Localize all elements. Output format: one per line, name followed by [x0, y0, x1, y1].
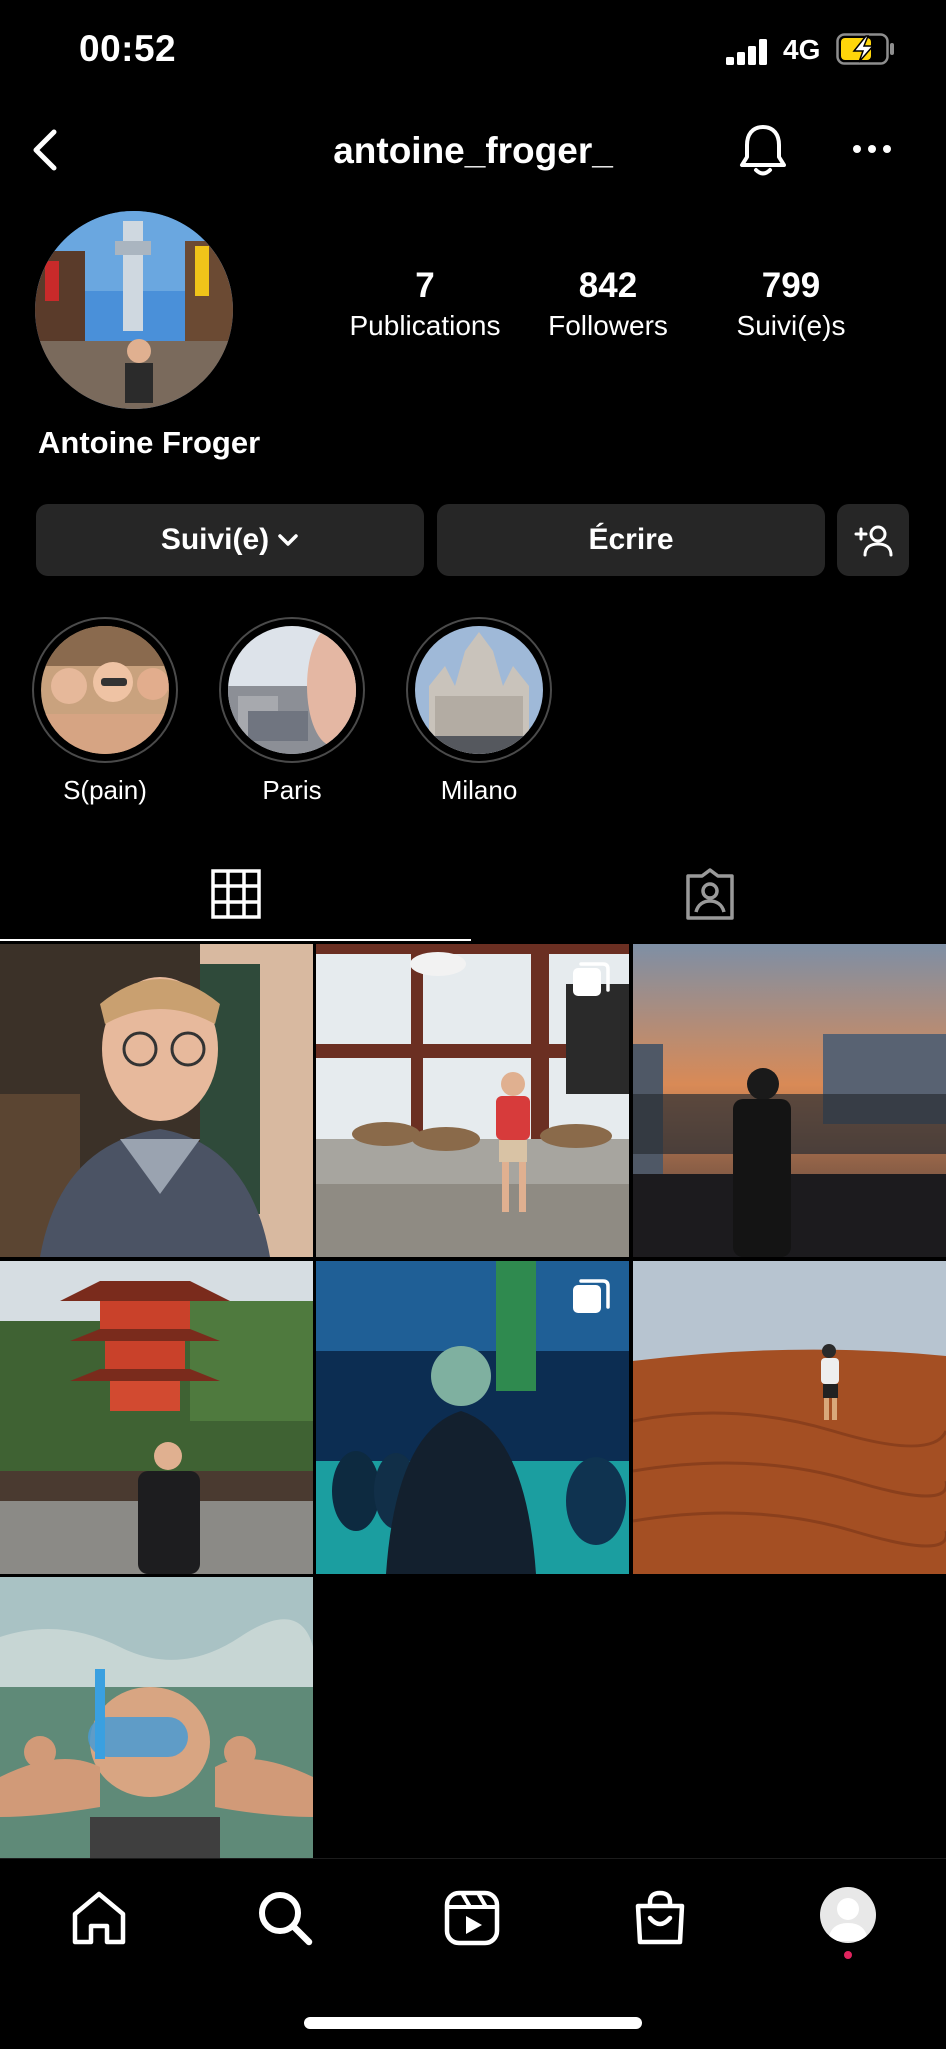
status-time: 00:52	[79, 28, 177, 69]
signal-icon	[726, 39, 767, 65]
active-tab-indicator	[0, 939, 471, 941]
grid-icon[interactable]	[210, 868, 262, 920]
shop-icon[interactable]	[630, 1888, 690, 1948]
stat-publications-count: 7	[415, 266, 435, 305]
home-icon[interactable]	[69, 1888, 129, 1948]
reels-icon[interactable]	[442, 1888, 502, 1948]
default-avatar-icon	[828, 1898, 868, 1941]
highlight-item[interactable]: Milano	[404, 617, 554, 806]
profile-username: antoine_froger_	[333, 130, 613, 171]
battery-charging-icon	[836, 33, 894, 65]
more-options-icon[interactable]	[852, 141, 892, 157]
highlight-label: Milano	[440, 775, 518, 805]
network-label: 4G	[783, 34, 821, 65]
stat-publications-label: Publications	[349, 310, 501, 341]
following-button[interactable]: Suivi(e)	[36, 504, 424, 576]
highlight-item[interactable]: S(pain)	[30, 617, 180, 806]
highlight-label: S(pain)	[63, 775, 147, 805]
post-thumbnail[interactable]	[633, 1261, 946, 1574]
stat-followers-count: 842	[578, 266, 638, 305]
profile-avatar-photo[interactable]	[35, 211, 233, 409]
profile-full-name: Antoine Froger	[38, 425, 261, 460]
highlight-cover-paris	[228, 626, 356, 754]
carousel-icon	[573, 962, 610, 996]
highlight-ring	[219, 617, 365, 763]
highlight-ring	[32, 617, 178, 763]
post-thumbnail[interactable]	[0, 1577, 313, 1858]
highlight-ring	[406, 617, 552, 763]
profile-avatar[interactable]	[820, 1887, 876, 1943]
stat-publications: 7 Publications	[330, 264, 520, 344]
carousel-icon	[573, 1279, 610, 1313]
suggest-users-button[interactable]	[837, 504, 909, 576]
post-thumbnail[interactable]	[633, 944, 946, 1257]
chevron-down-icon	[278, 534, 298, 546]
stat-following-count: 799	[761, 266, 821, 305]
stat-followers-label: Followers	[548, 310, 668, 341]
notification-bell-icon[interactable]	[738, 123, 788, 179]
tagged-icon[interactable]	[684, 868, 736, 920]
notification-dot	[844, 1951, 852, 1959]
stat-followers[interactable]: 842 Followers	[513, 264, 703, 344]
add-person-icon	[854, 525, 893, 557]
post-thumbnail[interactable]	[316, 1261, 629, 1574]
highlight-label: Paris	[262, 775, 322, 805]
message-button[interactable]: Écrire	[437, 504, 825, 576]
post-thumbnail[interactable]	[0, 944, 313, 1257]
post-thumbnail[interactable]	[316, 944, 629, 1257]
following-button-label: Suivi(e)	[160, 523, 270, 556]
post-thumbnail[interactable]	[0, 1261, 313, 1574]
message-button-label: Écrire	[588, 523, 674, 556]
search-icon[interactable]	[255, 1888, 315, 1948]
stat-following[interactable]: 799 Suivi(e)s	[696, 264, 886, 344]
home-indicator	[304, 2017, 642, 2029]
highlight-cover-friends	[41, 626, 169, 754]
highlight-item[interactable]: Paris	[217, 617, 367, 806]
stat-following-label: Suivi(e)s	[736, 310, 846, 341]
highlight-cover-milano	[415, 626, 543, 754]
